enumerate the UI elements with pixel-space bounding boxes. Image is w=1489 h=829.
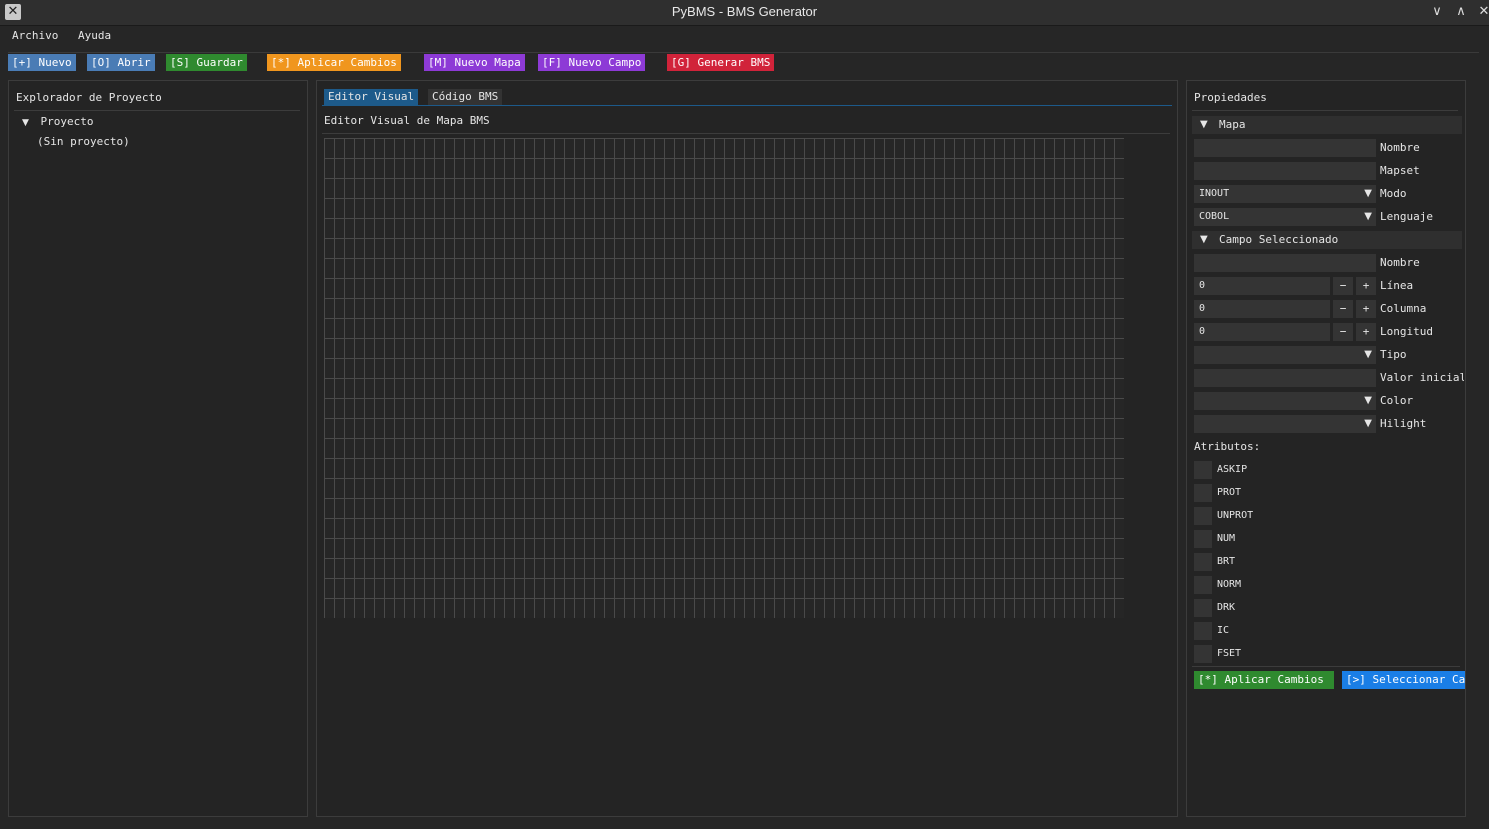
dropdown-arrow-icon: ▼ <box>1364 395 1372 406</box>
brt-label: BRT <box>1217 556 1236 567</box>
editor-heading: Editor Visual de Mapa BMS <box>324 114 490 127</box>
modo-value: INOUT <box>1199 188 1230 199</box>
collapse-arrow-icon: ▼ <box>1200 234 1208 245</box>
valor-inicial-input[interactable] <box>1194 369 1376 387</box>
maximize-icon[interactable]: ∧ <box>1452 3 1470 21</box>
linea-increment-button[interactable]: + <box>1356 277 1376 295</box>
norm-checkbox[interactable] <box>1194 576 1212 594</box>
color-label: Color <box>1380 394 1414 407</box>
columna-decrement-button[interactable]: − <box>1333 300 1353 318</box>
mapset-input[interactable] <box>1194 162 1376 180</box>
properties-bottom-divider <box>1192 666 1460 667</box>
window-titlebar: ✕ PyBMS - BMS Generator ∨ ∧ ✕ <box>0 0 1489 26</box>
explorer-divider <box>14 110 300 111</box>
brt-checkbox[interactable] <box>1194 553 1212 571</box>
field-name-input[interactable] <box>1194 254 1376 272</box>
section-campo-label: Campo Seleccionado <box>1219 233 1339 246</box>
ic-label: IC <box>1217 625 1230 636</box>
menubar: Archivo Ayuda <box>0 26 1489 46</box>
editor-divider <box>322 133 1170 134</box>
tree-item-empty: (Sin proyecto) <box>37 135 130 148</box>
columna-input[interactable]: 0 <box>1194 300 1330 318</box>
lenguaje-label: Lenguaje <box>1380 210 1433 223</box>
tree-item-label: Proyecto <box>40 115 94 128</box>
fset-checkbox[interactable] <box>1194 645 1212 663</box>
tab-underline <box>322 105 1172 106</box>
expand-arrow-icon[interactable]: ▼ <box>22 118 29 128</box>
properties-divider <box>1192 110 1458 111</box>
collapse-arrow-icon: ▼ <box>1200 119 1208 130</box>
menu-ayuda[interactable]: Ayuda <box>78 29 111 42</box>
columna-increment-button[interactable]: + <box>1356 300 1376 318</box>
close-icon[interactable]: ✕ <box>1475 3 1489 21</box>
map-name-label: Nombre <box>1380 141 1420 154</box>
dropdown-arrow-icon: ▼ <box>1364 418 1372 429</box>
ic-checkbox[interactable] <box>1194 622 1212 640</box>
mapset-label: Mapset <box>1380 164 1420 177</box>
map-name-input[interactable] <box>1194 139 1376 157</box>
askip-label: ASKIP <box>1217 464 1248 475</box>
new-button[interactable]: [+] Nuevo <box>8 54 76 71</box>
askip-checkbox[interactable] <box>1194 461 1212 479</box>
color-select[interactable]: ▼ <box>1194 392 1376 410</box>
columna-label: Columna <box>1380 302 1427 315</box>
atributos-label: Atributos: <box>1194 440 1261 453</box>
explorer-title: Explorador de Proyecto <box>16 91 162 104</box>
bms-map-grid[interactable] <box>324 138 1124 618</box>
linea-label: Línea <box>1380 279 1414 292</box>
toolbar-separator <box>8 52 1479 53</box>
tree-item-proyecto[interactable]: ▼ Proyecto <box>22 115 94 128</box>
dropdown-arrow-icon: ▼ <box>1364 188 1372 199</box>
modo-select[interactable]: INOUT ▼ <box>1194 185 1376 203</box>
unprot-checkbox[interactable] <box>1194 507 1212 525</box>
linea-input[interactable]: 0 <box>1194 277 1330 295</box>
generate-bms-button[interactable]: [G] Generar BMS <box>667 54 775 71</box>
drk-checkbox[interactable] <box>1194 599 1212 617</box>
valor-inicial-label: Valor inicial <box>1380 371 1464 384</box>
tab-codigo-bms[interactable]: Código BMS <box>428 89 503 105</box>
dropdown-arrow-icon: ▼ <box>1364 349 1372 360</box>
hilight-label: Hilight <box>1380 417 1427 430</box>
prot-label: PROT <box>1217 487 1242 498</box>
num-label: NUM <box>1217 533 1236 544</box>
apply-changes-button[interactable]: [*] Aplicar Cambios <box>267 54 401 71</box>
menu-archivo[interactable]: Archivo <box>12 29 58 42</box>
dropdown-arrow-icon: ▼ <box>1364 211 1372 222</box>
new-map-button[interactable]: [M] Nuevo Mapa <box>424 54 525 71</box>
section-mapa-label: Mapa <box>1219 118 1246 131</box>
lenguaje-value: COBOL <box>1199 211 1230 222</box>
longitud-label: Longitud <box>1380 325 1433 338</box>
tipo-label: Tipo <box>1380 348 1407 361</box>
new-field-button[interactable]: [F] Nuevo Campo <box>538 54 646 71</box>
lenguaje-select[interactable]: COBOL ▼ <box>1194 208 1376 226</box>
drk-label: DRK <box>1217 602 1236 613</box>
save-button[interactable]: [S] Guardar <box>166 54 247 71</box>
project-explorer-panel <box>8 80 308 817</box>
longitud-increment-button[interactable]: + <box>1356 323 1376 341</box>
select-field-button[interactable]: [>] Seleccionar Campo <box>1342 671 1465 689</box>
apply-field-changes-button[interactable]: [*] Aplicar Cambios <box>1194 671 1334 689</box>
unprot-label: UNPROT <box>1217 510 1254 521</box>
linea-decrement-button[interactable]: − <box>1333 277 1353 295</box>
section-campo-seleccionado[interactable]: ▼ Campo Seleccionado <box>1192 231 1462 249</box>
fset-label: FSET <box>1217 648 1242 659</box>
hilight-select[interactable]: ▼ <box>1194 415 1376 433</box>
longitud-decrement-button[interactable]: − <box>1333 323 1353 341</box>
section-mapa[interactable]: ▼ Mapa <box>1192 116 1462 134</box>
prot-checkbox[interactable] <box>1194 484 1212 502</box>
longitud-input[interactable]: 0 <box>1194 323 1330 341</box>
num-checkbox[interactable] <box>1194 530 1212 548</box>
properties-title: Propiedades <box>1194 91 1267 104</box>
open-button[interactable]: [O] Abrir <box>87 54 155 71</box>
modo-label: Modo <box>1380 187 1407 200</box>
norm-label: NORM <box>1217 579 1242 590</box>
tab-editor-visual[interactable]: Editor Visual <box>324 89 419 105</box>
field-name-label: Nombre <box>1380 256 1420 269</box>
minimize-icon[interactable]: ∨ <box>1428 3 1446 21</box>
window-title: PyBMS - BMS Generator <box>671 4 818 19</box>
tipo-select[interactable]: ▼ <box>1194 346 1376 364</box>
